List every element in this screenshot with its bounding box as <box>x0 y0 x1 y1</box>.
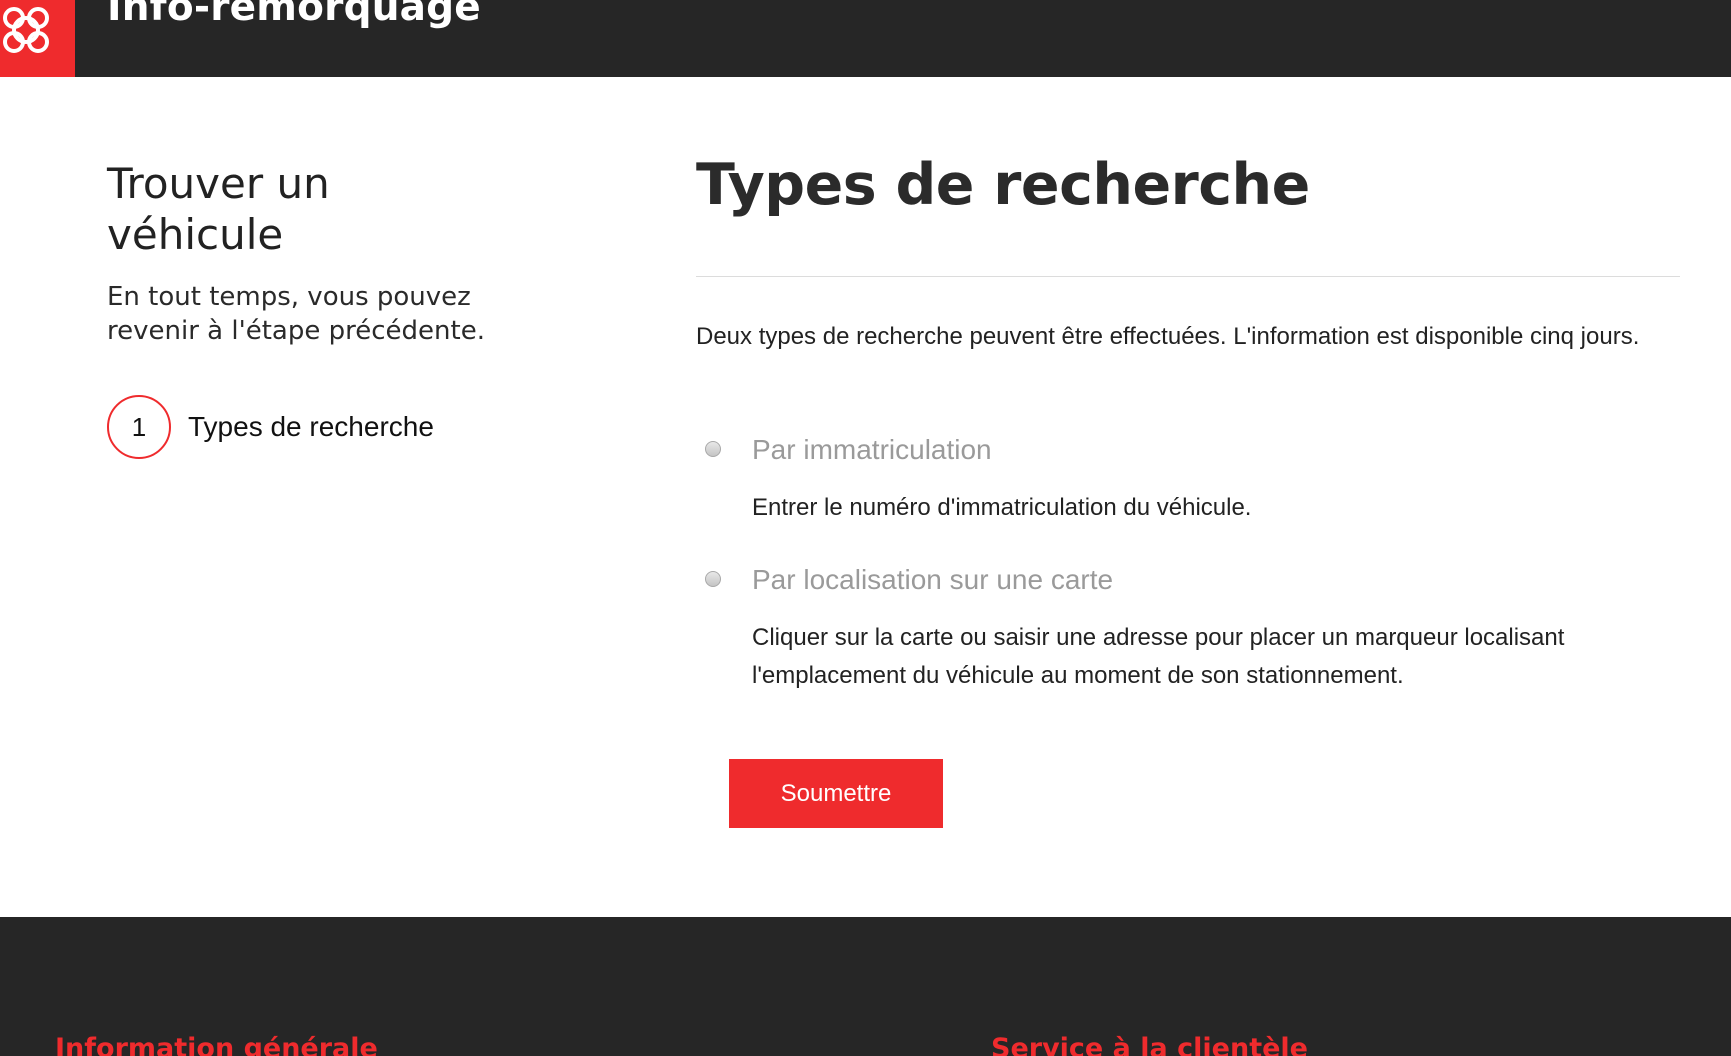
sidebar-title: Trouver un véhicule <box>107 159 330 259</box>
site-footer: Information générale Service à la client… <box>0 917 1731 1056</box>
option-label-map[interactable]: Par localisation sur une carte <box>752 563 1113 597</box>
sidebar: Trouver un véhicule En tout temps, vous … <box>107 158 577 459</box>
step-item-1: 1 Types de recherche <box>107 395 434 459</box>
footer-heading-customer-service: Service à la clientèle <box>991 1033 1308 1056</box>
montreal-rosette-icon <box>3 7 49 53</box>
radio-map[interactable] <box>705 571 721 587</box>
sidebar-description: En tout temps, vous pouvez revenir à l'é… <box>107 282 485 346</box>
title-divider <box>696 276 1680 277</box>
option-description-map: Cliquer sur la carte ou saisir une adres… <box>752 624 1565 689</box>
option-description-plate: Entrer le numéro d'immatriculation du vé… <box>752 494 1252 521</box>
city-logo[interactable] <box>0 0 75 77</box>
site-header: Info-remorquage <box>0 0 1731 77</box>
main-content: Types de recherche Deux types de recherc… <box>696 150 1680 828</box>
footer-heading-general-info: Information générale <box>55 1033 378 1056</box>
intro-text: Deux types de recherche peuvent être eff… <box>696 323 1640 350</box>
step-label: Types de recherche <box>188 411 434 442</box>
submit-button[interactable]: Soumettre <box>729 759 943 828</box>
page-title: Types de recherche <box>696 152 1310 218</box>
option-label-plate[interactable]: Par immatriculation <box>752 433 992 467</box>
radio-plate[interactable] <box>705 441 721 457</box>
step-number-badge: 1 <box>107 395 171 459</box>
site-title[interactable]: Info-remorquage <box>107 0 481 27</box>
